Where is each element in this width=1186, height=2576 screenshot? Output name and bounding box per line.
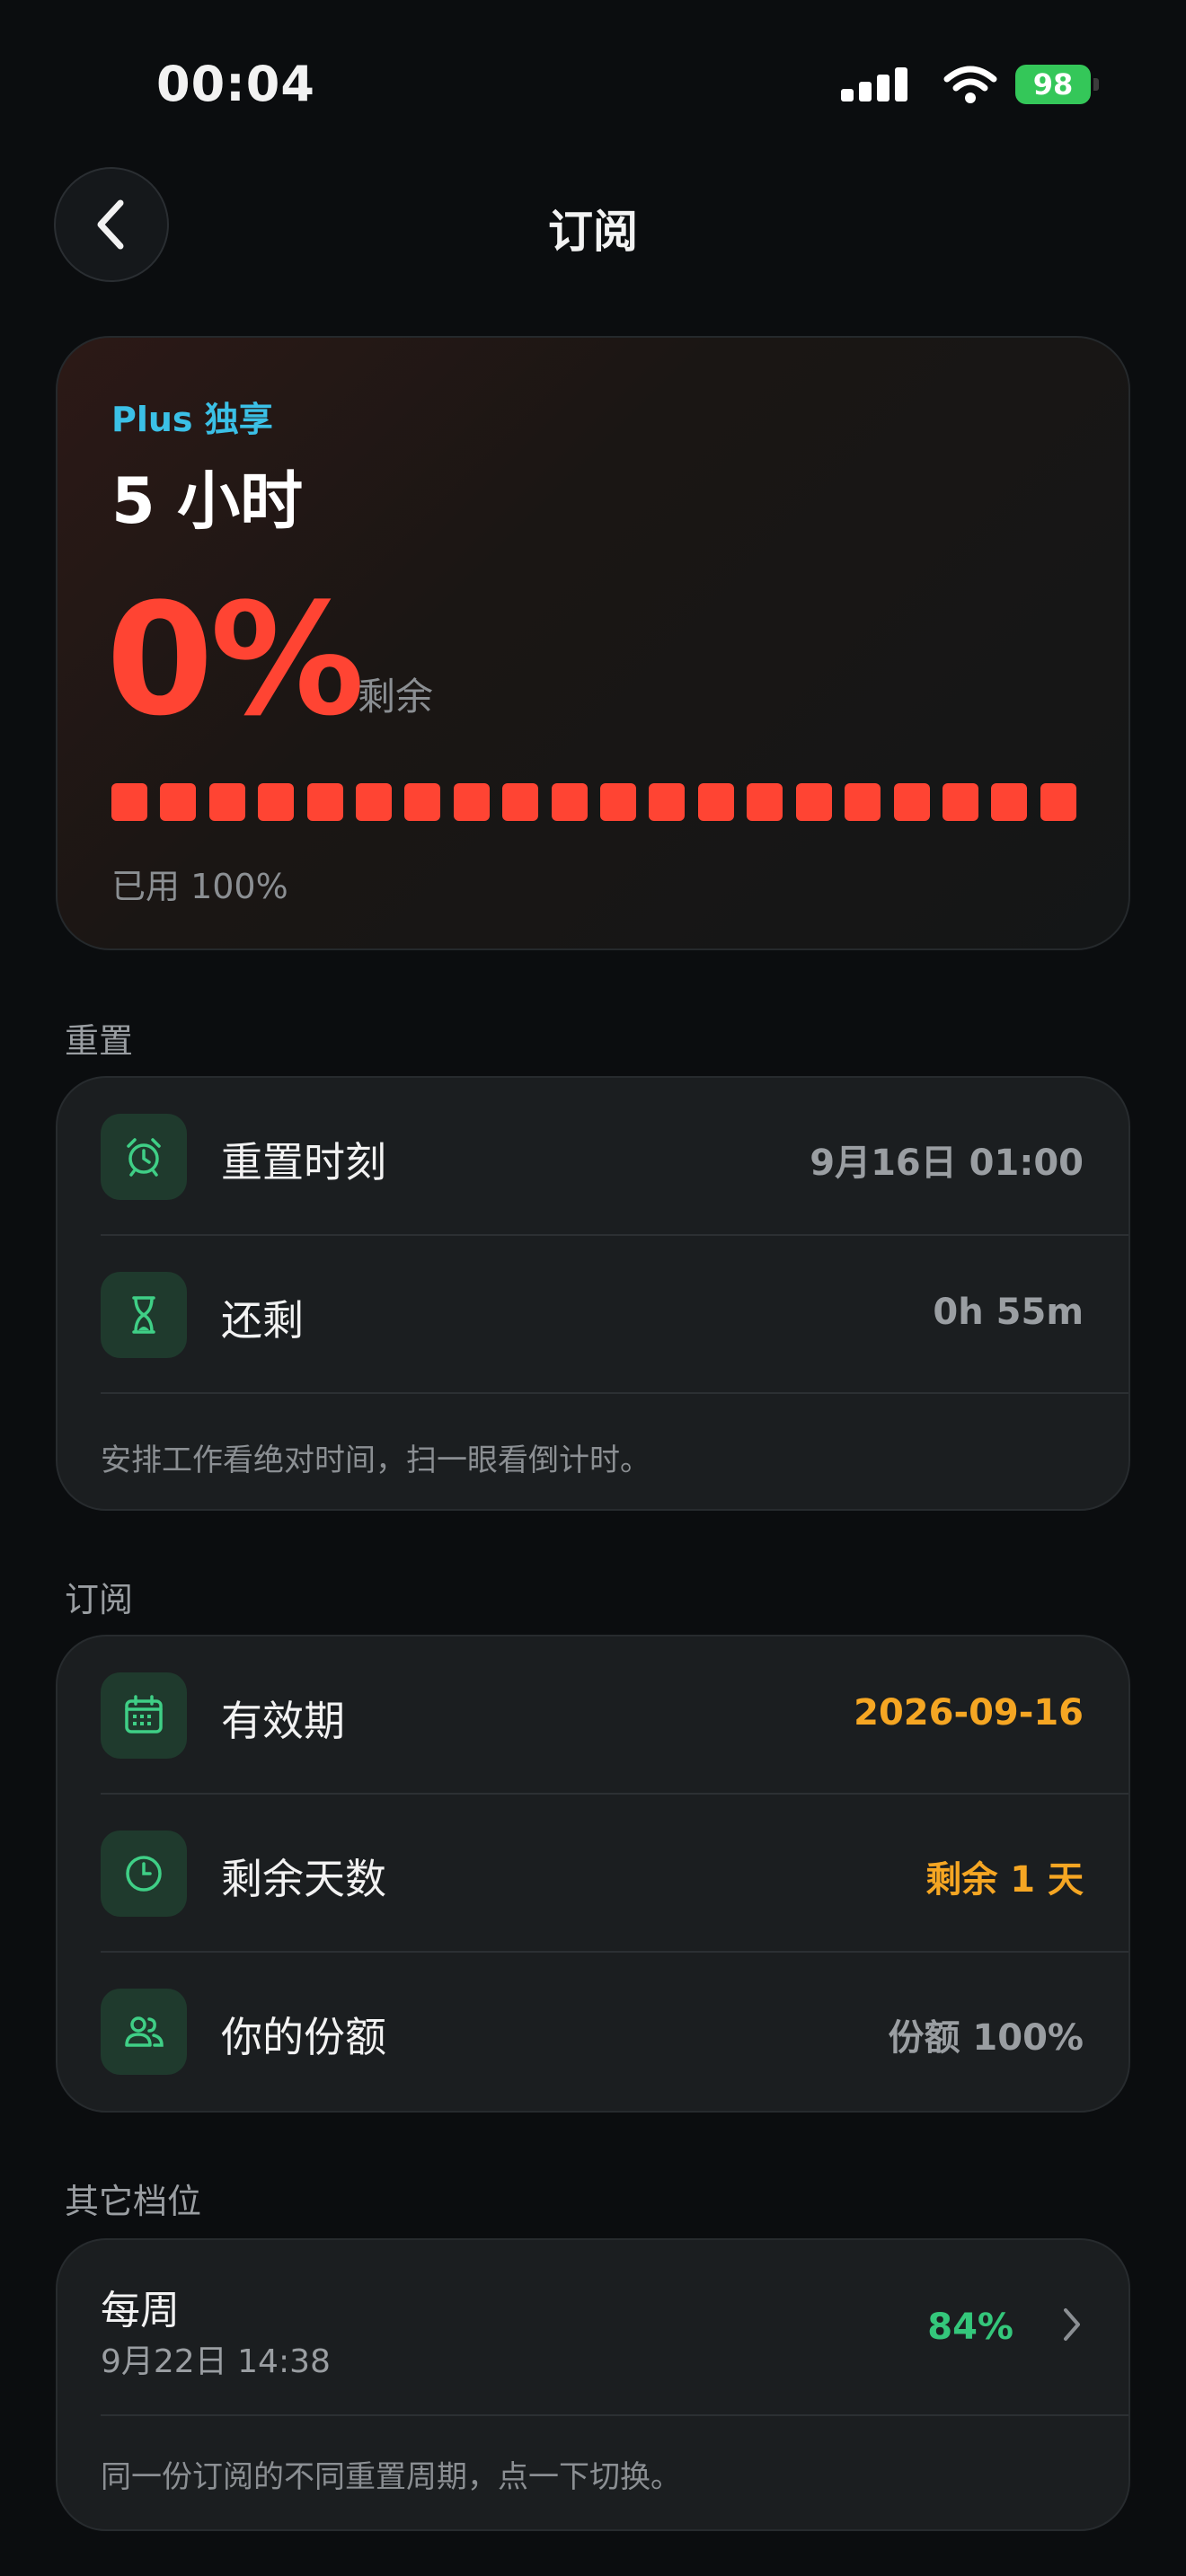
days-left-value: 剩余 1 天 bbox=[925, 1859, 1084, 1901]
progress-segment bbox=[551, 783, 588, 821]
battery-icon: 98 bbox=[1015, 65, 1099, 104]
battery-level: 98 bbox=[1032, 67, 1074, 101]
progress-segment bbox=[991, 783, 1028, 821]
progress-segment bbox=[306, 783, 343, 821]
progress-segment bbox=[356, 783, 393, 821]
share-value: 份额 100% bbox=[888, 2017, 1084, 2059]
progress-segment bbox=[258, 783, 295, 821]
other-tiers-note: 同一份订阅的不同重置周期，点一下切换。 bbox=[101, 2459, 681, 2495]
expiry-label: 有效期 bbox=[221, 1697, 345, 1745]
cellular-signal-icon bbox=[841, 67, 907, 101]
calendar-icon bbox=[101, 1672, 187, 1759]
alarm-clock-icon bbox=[101, 1114, 187, 1200]
status-time: 00:04 bbox=[156, 56, 315, 112]
reset-time-value: 9月16日 01:00 bbox=[810, 1142, 1084, 1184]
tier-name: 每周 bbox=[101, 2288, 180, 2333]
plan-tag: Plus 独享 bbox=[111, 400, 273, 439]
progress-segment bbox=[697, 783, 734, 821]
tier-row-weekly[interactable]: 每周 9月22日 14:38 84% bbox=[58, 2240, 1128, 2416]
other-tiers-card: 每周 9月22日 14:38 84% 同一份订阅的不同重置周期，点一下切换。 bbox=[56, 2238, 1130, 2531]
progress-segment bbox=[893, 783, 930, 821]
days-left-row[interactable]: 剩余天数 剩余 1 天 bbox=[58, 1795, 1128, 1953]
page-title: 订阅 bbox=[548, 206, 638, 258]
hourglass-icon bbox=[101, 1272, 187, 1358]
progress-segment bbox=[600, 783, 637, 821]
remaining-percent: 0% bbox=[106, 569, 365, 750]
progress-segment bbox=[160, 783, 197, 821]
progress-segment bbox=[502, 783, 539, 821]
progress-segment bbox=[795, 783, 832, 821]
reset-time-label: 重置时刻 bbox=[221, 1138, 386, 1187]
progress-segment bbox=[404, 783, 441, 821]
time-left-value: 0h 55m bbox=[933, 1292, 1084, 1333]
wifi-icon bbox=[943, 66, 997, 103]
plan-name: 5 小时 bbox=[111, 464, 304, 538]
progress-segment bbox=[942, 783, 978, 821]
section-label-subscription: 订阅 bbox=[65, 1580, 134, 1619]
progress-segment bbox=[111, 783, 147, 821]
users-icon bbox=[101, 1989, 187, 2075]
usage-progress-bar bbox=[111, 783, 1076, 821]
expiry-row[interactable]: 有效期 2026-09-16 bbox=[58, 1636, 1128, 1795]
remaining-label: 剩余 bbox=[358, 675, 434, 719]
progress-segment bbox=[649, 783, 686, 821]
expiry-value: 2026-09-16 bbox=[854, 1692, 1084, 1734]
share-label: 你的份额 bbox=[221, 2013, 386, 2061]
status-icons: 98 bbox=[841, 65, 1099, 104]
progress-segment bbox=[453, 783, 490, 821]
time-left-label: 还剩 bbox=[221, 1296, 304, 1345]
section-label-other-tiers: 其它档位 bbox=[65, 2182, 202, 2221]
reset-card: 重置时刻 9月16日 01:00 还剩 0h 55m 安排工作看绝对时间，扫一眼… bbox=[56, 1076, 1130, 1511]
share-row[interactable]: 你的份额 份额 100% bbox=[58, 1953, 1128, 2111]
section-label-reset: 重置 bbox=[65, 1021, 134, 1061]
tier-percent: 84% bbox=[927, 2307, 1013, 2348]
clock-icon bbox=[101, 1831, 187, 1917]
progress-segment bbox=[208, 783, 245, 821]
progress-segment bbox=[747, 783, 783, 821]
usage-card: Plus 独享 5 小时 0% 剩余 已用 100% bbox=[56, 336, 1130, 950]
used-label: 已用 100% bbox=[111, 867, 288, 906]
reset-time-row[interactable]: 重置时刻 9月16日 01:00 bbox=[58, 1078, 1128, 1236]
subscription-card: 有效期 2026-09-16 剩余天数 剩余 1 天 你的份额 份额 100% bbox=[56, 1635, 1130, 2113]
reset-note: 安排工作看绝对时间，扫一眼看倒计时。 bbox=[101, 1442, 651, 1478]
progress-segment bbox=[1040, 783, 1076, 821]
days-left-label: 剩余天数 bbox=[221, 1855, 386, 1903]
progress-segment bbox=[845, 783, 881, 821]
tier-reset-date: 9月22日 14:38 bbox=[101, 2343, 331, 2380]
chevron-right-icon bbox=[1064, 2308, 1080, 2341]
time-left-row[interactable]: 还剩 0h 55m bbox=[58, 1236, 1128, 1394]
